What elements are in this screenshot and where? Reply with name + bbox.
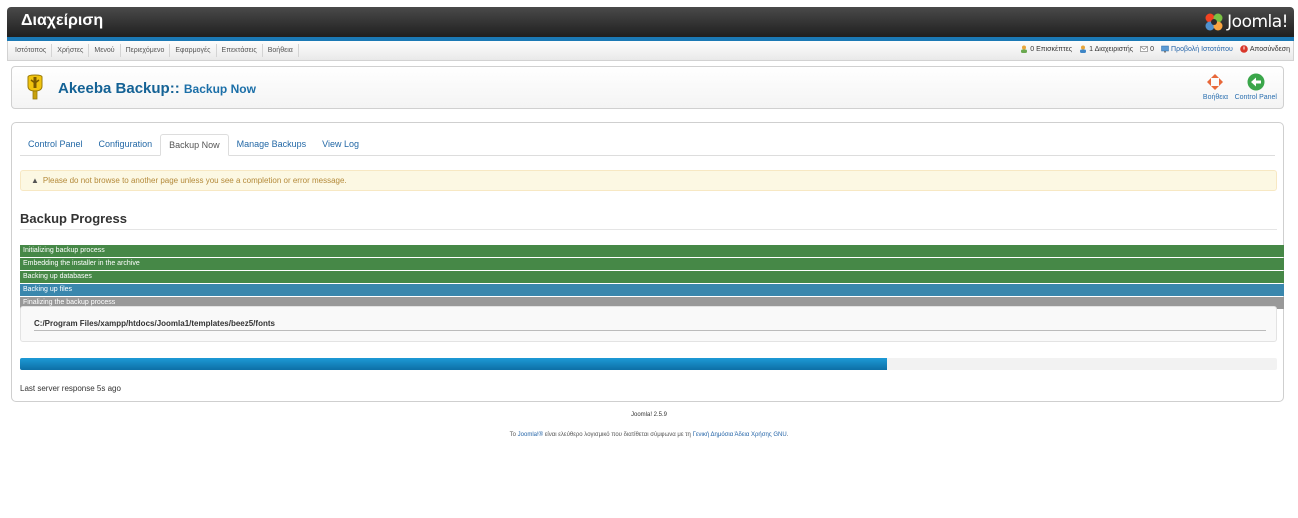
menu-item-components[interactable]: Εφαρμογές: [170, 44, 217, 57]
messages-count: 0: [1150, 45, 1155, 53]
page-title: Akeeba Backup:: Backup Now: [58, 80, 256, 97]
gpl-link[interactable]: Γενική Δημόσια Άδεια Χρήσης GNU: [693, 432, 787, 438]
backup-progress-bar: [20, 358, 1277, 370]
control-panel-button-label: Control Panel: [1234, 94, 1277, 101]
last-server-response: Last server response 5s ago: [20, 384, 121, 393]
logout-icon: [1240, 45, 1248, 53]
backup-steps: Initializing backup process Embedding th…: [20, 245, 1284, 310]
backup-step: Backing up files: [20, 284, 1284, 296]
license-text-post: .: [786, 432, 789, 438]
main-panel: Control Panel Configuration Backup Now M…: [11, 122, 1284, 402]
help-button[interactable]: Βοήθεια: [1203, 73, 1228, 101]
back-arrow-icon: [1247, 73, 1265, 91]
tab-configuration[interactable]: Configuration: [91, 134, 161, 156]
monitor-icon: [1161, 45, 1169, 53]
menu-bar: Ιστότοπος Χρήστες Μενού Περιεχόμενο Εφαρ…: [7, 41, 1294, 61]
warning-text: Please do not browse to another page unl…: [42, 176, 347, 185]
divider: [20, 229, 1277, 230]
tab-control-panel[interactable]: Control Panel: [20, 134, 91, 156]
logout-link[interactable]: Αποσύνδεση: [1240, 45, 1290, 53]
admins-icon: [1080, 45, 1087, 53]
joomla-logo[interactable]: Joomla!: [1204, 11, 1288, 33]
admin-header: Διαχείριση Joomla!: [7, 7, 1294, 37]
logout-label: Αποσύνδεση: [1249, 45, 1290, 53]
license-text-mid: είναι ελεύθερο λογισμικό που διατίθεται …: [543, 432, 693, 438]
backup-step: Backing up databases: [20, 271, 1284, 283]
menu-item-site[interactable]: Ιστότοπος: [10, 44, 53, 57]
tab-manage-backups[interactable]: Manage Backups: [229, 134, 315, 156]
divider: [34, 330, 1266, 331]
joomla-link[interactable]: Joomla!®: [518, 432, 543, 438]
license-text-pre: Το: [509, 432, 518, 438]
control-panel-button[interactable]: Control Panel: [1235, 73, 1277, 101]
footer-license: Το Joomla!® είναι ελεύθερο λογισμικό που…: [0, 432, 1298, 438]
menu-item-menus[interactable]: Μενού: [89, 44, 121, 57]
help-button-label: Βοήθεια: [1202, 94, 1228, 101]
messages-icon: [1140, 46, 1148, 52]
tab-bar: Control Panel Configuration Backup Now M…: [20, 134, 1275, 156]
admin-title: Διαχείριση: [21, 12, 104, 29]
page-title-main: Akeeba Backup::: [58, 80, 180, 97]
menu-item-users[interactable]: Χρήστες: [52, 44, 90, 57]
warning-icon: ▲: [31, 176, 39, 185]
current-file-box: C:/Program Files/xampp/htdocs/Joomla1/te…: [20, 306, 1277, 342]
view-site-label: Προβολή Ιστοτόπου: [1171, 45, 1233, 53]
footer-version: Joomla! 2.5.9: [630, 412, 668, 418]
menu-item-extensions[interactable]: Επεκτάσεις: [217, 44, 263, 57]
view-site-link[interactable]: Προβολή Ιστοτόπου: [1161, 45, 1233, 53]
backup-progress-heading: Backup Progress: [20, 211, 127, 226]
tab-view-log[interactable]: View Log: [314, 134, 367, 156]
admins-status: 1 Διαχειριστής: [1079, 45, 1133, 53]
page-title-sub: Backup Now: [183, 82, 256, 96]
backup-progress-fill: [20, 358, 888, 370]
main-menu: Ιστότοπος Χρήστες Μενού Περιεχόμενο Εφαρ…: [10, 44, 299, 57]
menu-item-help[interactable]: Βοήθεια: [263, 44, 299, 57]
tab-backup-now[interactable]: Backup Now: [160, 134, 229, 156]
menu-item-content[interactable]: Περιεχόμενο: [121, 44, 171, 57]
backup-step: Embedding the installer in the archive: [20, 258, 1284, 270]
status-bar: 0 Επισκέπτες 1 Διαχειριστής 0 Προβολή Ισ…: [1020, 45, 1290, 53]
joomla-logo-icon: [1205, 13, 1223, 31]
current-file-path: C:/Program Files/xampp/htdocs/Joomla1/te…: [34, 319, 275, 328]
visitors-count: 0 Επισκέπτες: [1030, 45, 1073, 53]
joomla-logo-text: Joomla!: [1227, 12, 1288, 32]
admins-count: 1 Διαχειριστής: [1089, 45, 1134, 53]
toolbar: Akeeba Backup:: Backup Now Βοήθεια Contr…: [11, 66, 1284, 109]
warning-alert: ▲ Please do not browse to another page u…: [20, 170, 1277, 191]
help-icon: [1207, 74, 1224, 90]
visitors-status: 0 Επισκέπτες: [1020, 45, 1072, 53]
akeeba-backup-icon: [27, 74, 43, 100]
messages-status[interactable]: 0: [1140, 45, 1154, 53]
backup-step: Initializing backup process: [20, 245, 1284, 257]
visitors-icon: [1021, 45, 1028, 53]
